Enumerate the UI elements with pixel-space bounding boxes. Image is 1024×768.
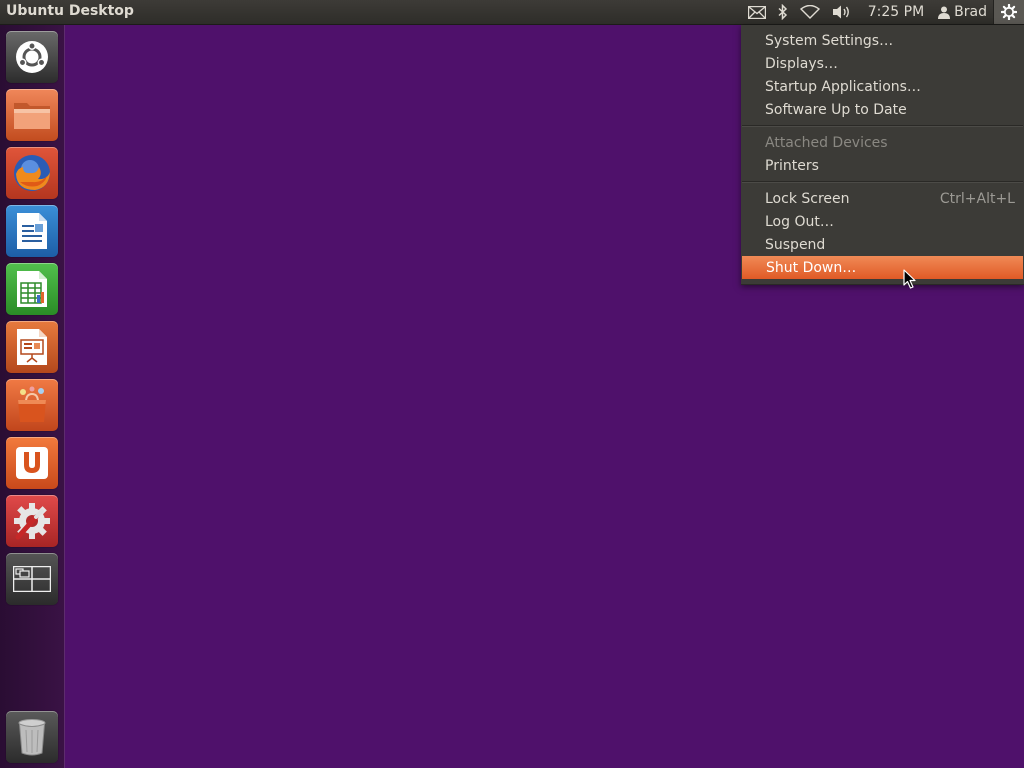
- user-name: Brad: [954, 4, 987, 20]
- launcher-dash-home[interactable]: [6, 31, 58, 83]
- clock[interactable]: 7:25 PM: [858, 0, 932, 24]
- menu-item-attached-devices: Attached Devices: [765, 134, 888, 151]
- ubuntu-logo-icon: [16, 41, 48, 73]
- firefox-icon: [14, 155, 50, 191]
- settings-icon: [14, 503, 50, 540]
- launcher-libreoffice-impress[interactable]: [6, 321, 58, 373]
- launcher: [0, 25, 65, 768]
- menu-separator: [742, 181, 1023, 183]
- launcher-workspace-switcher[interactable]: [6, 553, 58, 605]
- launcher-firefox[interactable]: [6, 147, 58, 199]
- calc-icon: [17, 271, 47, 307]
- launcher-software-center[interactable]: [6, 379, 58, 431]
- top-panel: Ubuntu Desktop 7:25 PM Brad: [0, 0, 1024, 25]
- lock-screen-shortcut: Ctrl+Alt+L: [939, 190, 1015, 207]
- workspaces-icon: [13, 566, 51, 592]
- mail-icon: [747, 5, 766, 19]
- menu-item-software-up-to-date[interactable]: Software Up to Date: [741, 98, 1024, 121]
- network-indicator[interactable]: [794, 0, 826, 24]
- menu-item-shut-down[interactable]: Shut Down…: [742, 256, 1023, 279]
- window-title: Ubuntu Desktop: [6, 3, 134, 19]
- menu-item-lock-screen[interactable]: Lock Screen Ctrl+Alt+L: [741, 187, 1024, 210]
- launcher-ubuntu-one[interactable]: [6, 437, 58, 489]
- folder-icon: [14, 103, 50, 129]
- bluetooth-indicator[interactable]: [772, 0, 794, 24]
- menu-item-printers[interactable]: Printers: [741, 154, 1024, 177]
- launcher-trash[interactable]: [6, 711, 58, 763]
- launcher-files[interactable]: [6, 89, 58, 141]
- trash-icon: [18, 719, 46, 756]
- session-menu-button[interactable]: [993, 0, 1024, 24]
- menu-item-displays[interactable]: Displays…: [741, 52, 1024, 75]
- shopping-bag-icon: [18, 386, 46, 422]
- menu-item-suspend[interactable]: Suspend: [741, 233, 1024, 256]
- user-icon: [938, 6, 951, 19]
- launcher-system-settings[interactable]: [6, 495, 58, 547]
- writer-icon: [17, 213, 47, 249]
- impress-icon: [17, 329, 47, 365]
- session-menu: System Settings… Displays… Startup Appli…: [741, 25, 1024, 285]
- ubuntu-one-icon: [16, 447, 48, 479]
- gear-icon: [1001, 4, 1017, 20]
- launcher-libreoffice-writer[interactable]: [6, 205, 58, 257]
- bluetooth-icon: [778, 4, 787, 20]
- wifi-icon: [799, 5, 820, 19]
- menu-item-startup-applications[interactable]: Startup Applications…: [741, 75, 1024, 98]
- menu-item-log-out[interactable]: Log Out…: [741, 210, 1024, 233]
- indicator-area: 7:25 PM Brad: [742, 0, 1024, 24]
- sound-indicator[interactable]: [826, 0, 858, 24]
- mouse-cursor-icon: [903, 269, 916, 289]
- volume-icon: [832, 5, 849, 19]
- mail-indicator[interactable]: [742, 0, 772, 24]
- menu-separator: [742, 125, 1023, 127]
- user-menu[interactable]: Brad: [932, 0, 993, 24]
- menu-item-system-settings[interactable]: System Settings…: [741, 29, 1024, 52]
- launcher-libreoffice-calc[interactable]: [6, 263, 58, 315]
